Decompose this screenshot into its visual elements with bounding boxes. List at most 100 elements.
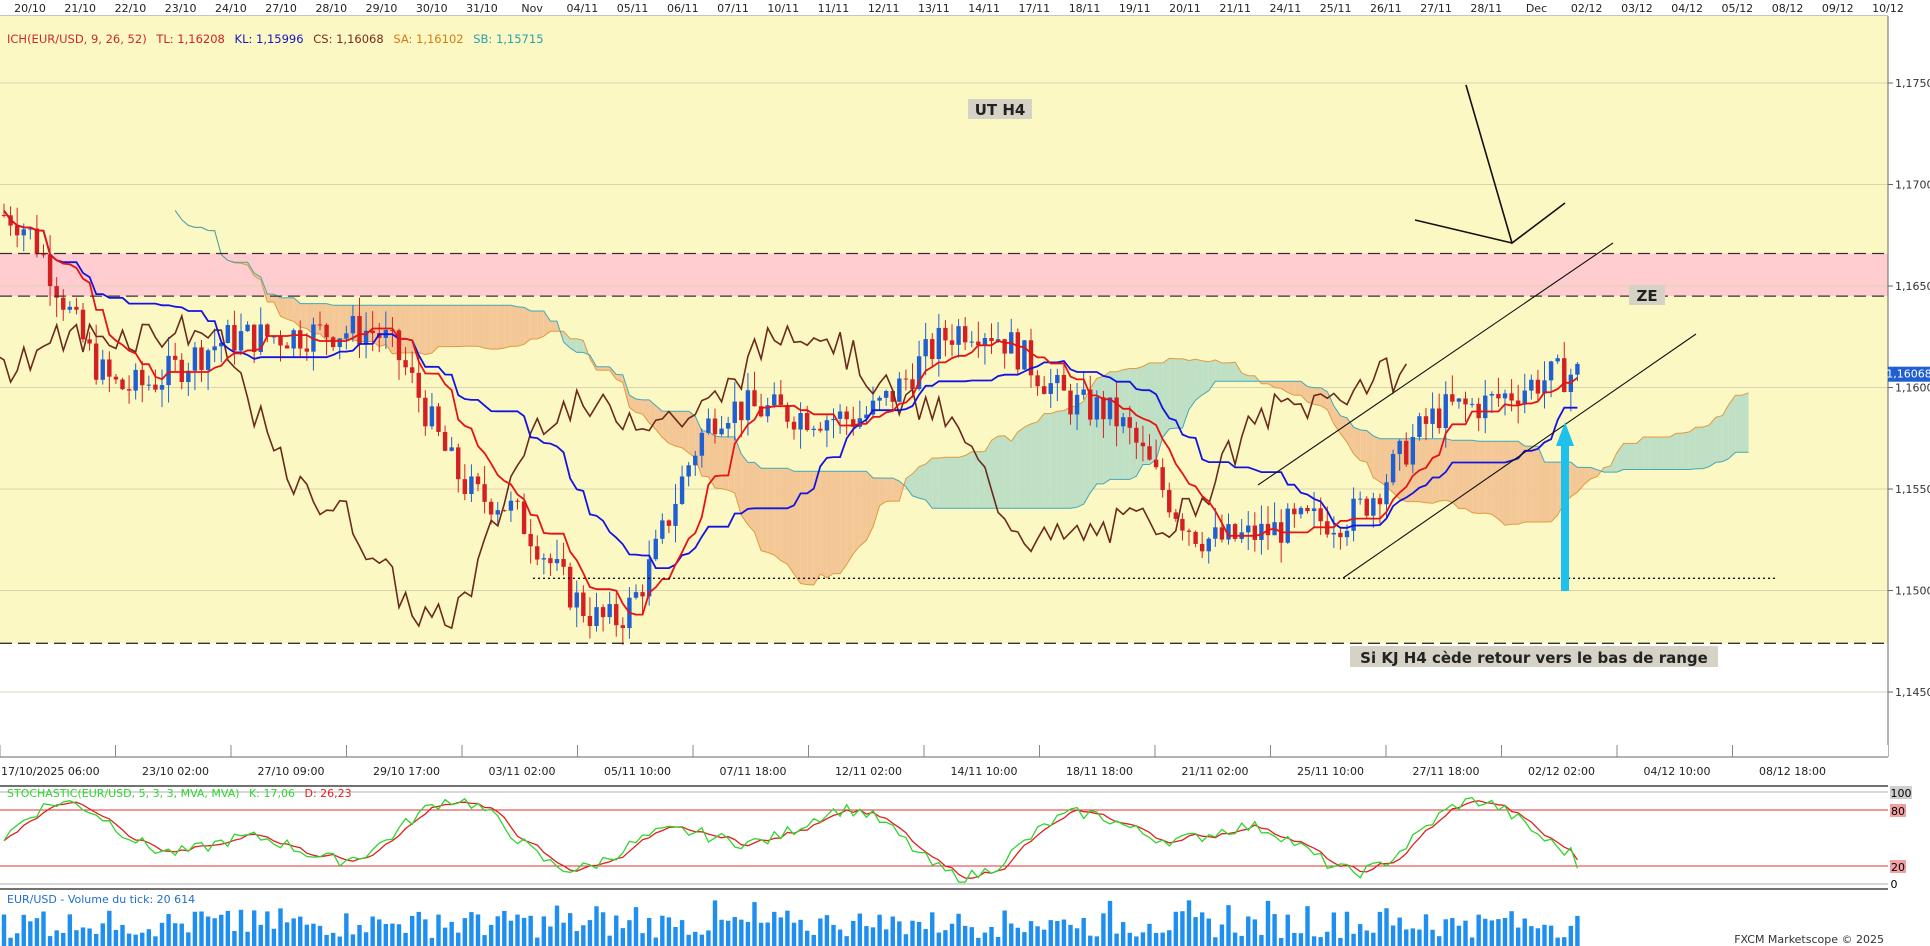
- candle-body-78: [515, 500, 520, 502]
- candle-body-29: [192, 347, 198, 371]
- volume-bar-184: [1213, 937, 1218, 946]
- candle-body-112: [739, 401, 744, 421]
- volume-bar-232: [1529, 926, 1534, 946]
- volume-bar-69: [456, 932, 461, 946]
- volume-bar-213: [1404, 929, 1409, 946]
- candle-body-66: [436, 406, 441, 432]
- time-tick-14: 04/12 10:00: [1644, 765, 1711, 778]
- volume-bar-221: [1456, 925, 1462, 946]
- candle-body-239: [1575, 363, 1580, 375]
- kumo-segment-130: [1031, 421, 1038, 509]
- volume-bar-102: [673, 926, 678, 946]
- top-date-11: 04/11: [567, 2, 599, 15]
- kumo-segment-227: [1669, 433, 1677, 470]
- candle-body-164: [1081, 389, 1086, 395]
- kumo-segment-133: [1050, 411, 1058, 509]
- candle-body-215: [1417, 416, 1422, 437]
- volume-bar-23: [153, 936, 158, 946]
- kumo-segment-93: [787, 468, 794, 574]
- volume-bar-218: [1436, 936, 1442, 946]
- volume-bar-121: [798, 919, 803, 946]
- kumo-segment-14: [267, 294, 274, 302]
- volume-bar-37: [245, 931, 250, 946]
- kumo-segment-119: [958, 455, 966, 509]
- candle-body-230: [1515, 400, 1521, 405]
- candle-body-174: [1147, 446, 1152, 460]
- time-tick-13: 02/12 02:00: [1528, 765, 1595, 778]
- candle-body-154: [1015, 332, 1021, 370]
- top-date-34: 05/12: [1721, 2, 1753, 15]
- volume-bar-113: [745, 921, 751, 946]
- volume-bar-54: [357, 924, 362, 946]
- price-panel-background: [0, 16, 1888, 666]
- candle-body-107: [706, 418, 711, 433]
- volume-bar-228: [1502, 917, 1508, 946]
- kumo-segment-192: [1439, 438, 1446, 502]
- volume-bar-122: [804, 930, 810, 946]
- volume-bar-116: [765, 922, 770, 946]
- volume-bar-59: [390, 923, 395, 946]
- volume-bar-186: [1226, 905, 1231, 946]
- volume-bar-30: [199, 911, 204, 946]
- stoch-tick-0: 0: [1891, 878, 1898, 891]
- volume-bar-189: [1246, 916, 1251, 946]
- volume-bar-188: [1239, 935, 1244, 946]
- volume-bar-88: [581, 925, 586, 946]
- volume-bar-234: [1542, 924, 1547, 946]
- volume-bar-85: [561, 922, 566, 946]
- kumo-segment-45: [471, 305, 478, 347]
- kumo-segment-206: [1531, 446, 1538, 523]
- volume-bar-178: [1173, 911, 1179, 946]
- volume-bar-38: [251, 910, 257, 946]
- candle-body-50: [330, 337, 336, 348]
- volume-bar-112: [739, 919, 744, 946]
- kumo-segment-61: [576, 338, 584, 353]
- kumo-segment-197: [1472, 440, 1479, 514]
- candle-body-38: [251, 324, 257, 352]
- volume-bar-45: [298, 916, 303, 946]
- price-tick-5: 1,1500: [1895, 585, 1930, 598]
- stoch-tick-20: 20: [1891, 861, 1905, 874]
- top-date-8: 30/10: [416, 2, 448, 15]
- kumo-segment-141: [1103, 371, 1110, 484]
- volume-bar-117: [772, 911, 777, 946]
- top-date-18: 13/11: [918, 2, 950, 15]
- candle-body-37: [245, 324, 250, 332]
- candle-body-84: [554, 559, 560, 564]
- candle-body-87: [574, 592, 579, 608]
- candle-body-200: [1318, 508, 1323, 522]
- kumo-segment-37: [418, 305, 426, 355]
- kumo-segment-202: [1505, 441, 1512, 526]
- volume-bar-148: [976, 937, 981, 946]
- volume-bar-235: [1548, 925, 1554, 946]
- candle-body-42: [278, 336, 283, 346]
- kumo-segment-140: [1096, 376, 1104, 484]
- candle-body-118: [778, 394, 784, 405]
- volume-bar-145: [956, 913, 961, 946]
- candle-body-21: [140, 369, 145, 386]
- volume-bar-191: [1259, 934, 1264, 946]
- chikou-value: CS: 1,16068: [313, 32, 383, 46]
- kumo-segment-158: [1215, 359, 1222, 382]
- kumo-segment-225: [1656, 437, 1663, 470]
- volume-bar-3: [21, 914, 26, 946]
- candle-body-6: [41, 254, 46, 256]
- top-date-1: 21/10: [64, 2, 96, 15]
- volume-bar-82: [541, 916, 547, 946]
- volume-bar-215: [1417, 929, 1422, 946]
- candle-body-136: [897, 378, 902, 402]
- kumo-segment-101: [840, 471, 847, 574]
- volume-bar-193: [1272, 914, 1277, 946]
- volume-bar-62: [409, 915, 415, 946]
- candle-body-75: [495, 510, 500, 515]
- volume-bar-12: [80, 927, 86, 946]
- top-date-35: 08/12: [1772, 2, 1804, 15]
- volume-bar-229: [1509, 911, 1514, 946]
- time-tick-2: 27/10 09:00: [258, 765, 325, 778]
- volume-bar-158: [1041, 929, 1047, 946]
- candle-body-67: [442, 431, 448, 451]
- volume-bar-230: [1515, 927, 1521, 946]
- volume-bar-135: [890, 916, 895, 946]
- volume-bar-111: [732, 917, 737, 946]
- volume-bar-149: [982, 932, 988, 946]
